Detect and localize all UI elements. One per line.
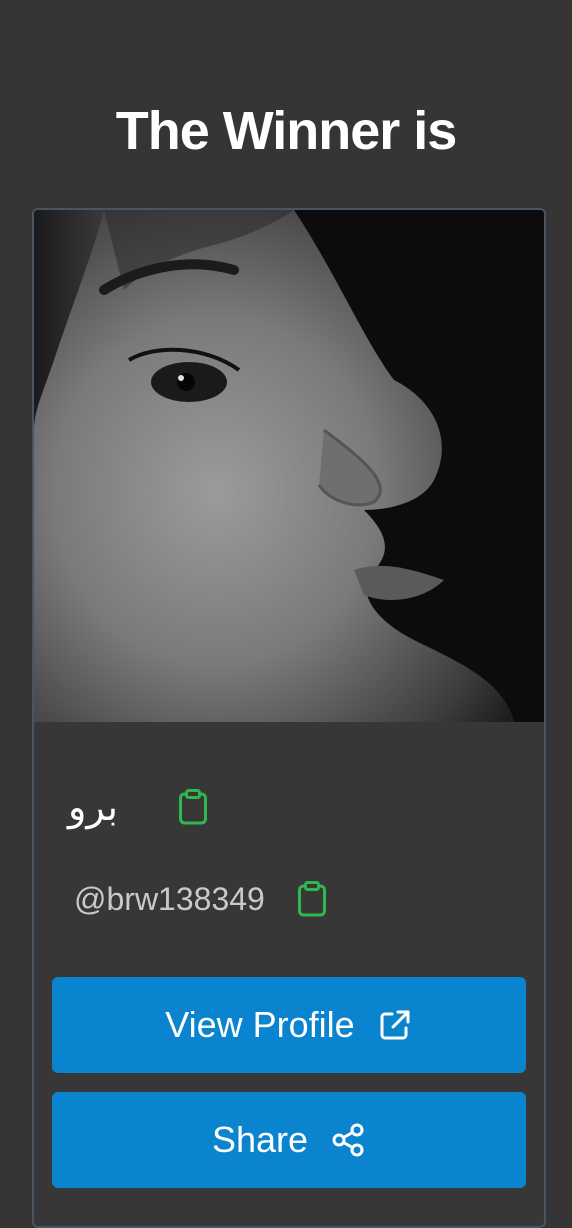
clipboard-icon[interactable]	[297, 881, 327, 917]
winner-name-row: برو	[68, 782, 208, 832]
winner-name: برو	[68, 785, 118, 829]
share-icon	[330, 1122, 366, 1158]
clipboard-icon[interactable]	[178, 789, 208, 825]
view-profile-button[interactable]: View Profile	[52, 977, 526, 1073]
winner-card: برو @brw138349	[32, 208, 546, 1228]
page-title: The Winner is	[115, 101, 458, 161]
share-label: Share	[211, 1119, 309, 1160]
winner-photo	[34, 210, 544, 722]
winner-handle: @brw138349	[74, 880, 265, 917]
winner-handle-row: @brw138349	[74, 878, 327, 920]
external-link-icon	[377, 1007, 413, 1043]
share-button[interactable]: Share	[52, 1092, 526, 1188]
view-profile-label: View Profile	[165, 1004, 355, 1045]
